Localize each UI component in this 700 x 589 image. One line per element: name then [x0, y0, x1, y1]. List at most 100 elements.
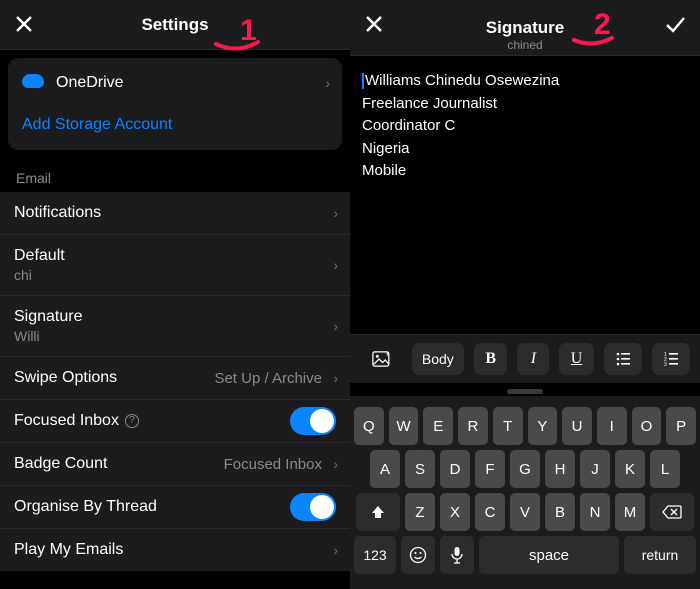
chevron-right-icon: ›	[333, 318, 338, 334]
return-key[interactable]: return	[624, 536, 696, 574]
key-b[interactable]: B	[545, 493, 575, 531]
close-icon[interactable]	[14, 14, 34, 39]
signature-row[interactable]: Signature Willi ›	[0, 295, 350, 356]
add-storage-row[interactable]: Add Storage Account	[8, 104, 342, 146]
default-label: Default	[14, 247, 336, 265]
signature-editor[interactable]: Williams Chinedu Osewezina Freelance Jou…	[350, 56, 700, 334]
body-style-button[interactable]: Body	[412, 343, 464, 375]
chevron-right-icon: ›	[333, 456, 338, 472]
chevron-right-icon: ›	[333, 542, 338, 558]
onedrive-label: OneDrive	[56, 74, 124, 92]
sig-line: Freelance Journalist	[362, 93, 688, 116]
default-row[interactable]: Default chi ›	[0, 234, 350, 295]
keyboard-grabber[interactable]	[507, 389, 543, 394]
signature-account: chined	[350, 38, 700, 52]
sig-line: Williams Chinedu Osewezina	[365, 72, 559, 89]
numbers-key[interactable]: 123	[354, 536, 396, 574]
key-q[interactable]: Q	[354, 407, 384, 445]
italic-button[interactable]: I	[517, 343, 549, 375]
key-p[interactable]: P	[666, 407, 696, 445]
key-r[interactable]: R	[458, 407, 488, 445]
email-settings-list: Notifications › Default chi › Signature …	[0, 192, 350, 571]
settings-pane: Settings OneDrive › Add Storage Account …	[0, 0, 350, 589]
signature-label: Signature	[14, 308, 336, 326]
dictation-key[interactable]	[440, 536, 474, 574]
insert-image-icon[interactable]: +	[360, 343, 402, 375]
badge-count-row[interactable]: Badge Count Focused Inbox ›	[0, 442, 350, 485]
email-section-label: Email	[0, 158, 350, 192]
key-l[interactable]: L	[650, 450, 680, 488]
settings-title: Settings	[141, 15, 208, 35]
key-k[interactable]: K	[615, 450, 645, 488]
key-f[interactable]: F	[475, 450, 505, 488]
organise-row[interactable]: Organise By Thread	[0, 485, 350, 528]
play-emails-row[interactable]: Play My Emails ›	[0, 528, 350, 571]
key-row-3: ZXCVBNM	[354, 493, 696, 531]
emoji-key[interactable]	[401, 536, 435, 574]
notifications-row[interactable]: Notifications ›	[0, 192, 350, 234]
badge-count-detail: Focused Inbox	[224, 456, 322, 473]
key-m[interactable]: M	[615, 493, 645, 531]
key-e[interactable]: E	[423, 407, 453, 445]
key-z[interactable]: Z	[405, 493, 435, 531]
play-emails-label: Play My Emails	[14, 541, 123, 559]
info-icon[interactable]: ?	[125, 414, 139, 428]
signature-sub: Willi	[14, 328, 336, 344]
settings-header: Settings	[0, 0, 350, 50]
format-toolbar: + Body B I U 123	[350, 334, 700, 383]
key-row-1: QWERTYUIOP	[354, 407, 696, 445]
backspace-key[interactable]	[650, 493, 694, 531]
sig-line: Mobile	[362, 160, 688, 183]
bold-button[interactable]: B	[474, 343, 507, 375]
space-key[interactable]: space	[479, 536, 619, 574]
svg-text:3: 3	[664, 362, 667, 366]
key-j[interactable]: J	[580, 450, 610, 488]
confirm-icon[interactable]	[664, 14, 686, 39]
swipe-label: Swipe Options	[14, 369, 117, 387]
key-v[interactable]: V	[510, 493, 540, 531]
focused-inbox-label: Focused Inbox	[14, 412, 119, 430]
svg-text:+: +	[385, 350, 389, 358]
onedrive-row[interactable]: OneDrive ›	[8, 62, 342, 104]
key-row-2: ASDFGHJKL	[354, 450, 696, 488]
focused-inbox-toggle[interactable]	[290, 407, 336, 435]
key-u[interactable]: U	[562, 407, 592, 445]
underline-button[interactable]: U	[559, 343, 593, 375]
numbered-list-button[interactable]: 123	[652, 343, 690, 375]
key-i[interactable]: I	[597, 407, 627, 445]
badge-count-label: Badge Count	[14, 455, 107, 473]
signature-title: Signature	[486, 18, 564, 38]
sig-line: Nigeria	[362, 138, 688, 161]
key-x[interactable]: X	[440, 493, 470, 531]
key-d[interactable]: D	[440, 450, 470, 488]
storage-card: OneDrive › Add Storage Account	[8, 58, 342, 150]
signature-pane: Signature chined Williams Chinedu Osewez…	[350, 0, 700, 589]
text-cursor	[362, 73, 364, 89]
keyboard: QWERTYUIOP ASDFGHJKL ZXCVBNM 123 space r…	[350, 396, 700, 589]
chevron-right-icon: ›	[333, 205, 338, 221]
key-y[interactable]: Y	[528, 407, 558, 445]
organise-toggle[interactable]	[290, 493, 336, 521]
chevron-right-icon: ›	[333, 257, 338, 273]
key-o[interactable]: O	[632, 407, 662, 445]
key-c[interactable]: C	[475, 493, 505, 531]
default-sub: chi	[14, 267, 336, 283]
key-a[interactable]: A	[370, 450, 400, 488]
onedrive-icon	[22, 74, 44, 88]
sig-line: Coordinator C	[362, 115, 688, 138]
key-h[interactable]: H	[545, 450, 575, 488]
chevron-right-icon: ›	[325, 75, 330, 91]
bullet-list-button[interactable]	[604, 343, 642, 375]
swipe-row[interactable]: Swipe Options Set Up / Archive ›	[0, 356, 350, 399]
key-n[interactable]: N	[580, 493, 610, 531]
key-t[interactable]: T	[493, 407, 523, 445]
key-w[interactable]: W	[389, 407, 419, 445]
focused-inbox-row[interactable]: Focused Inbox ?	[0, 399, 350, 442]
close-icon[interactable]	[364, 14, 384, 39]
key-g[interactable]: G	[510, 450, 540, 488]
swipe-detail: Set Up / Archive	[214, 370, 322, 387]
organise-label: Organise By Thread	[14, 498, 157, 516]
notifications-label: Notifications	[14, 204, 101, 222]
shift-key[interactable]	[356, 493, 400, 531]
key-s[interactable]: S	[405, 450, 435, 488]
